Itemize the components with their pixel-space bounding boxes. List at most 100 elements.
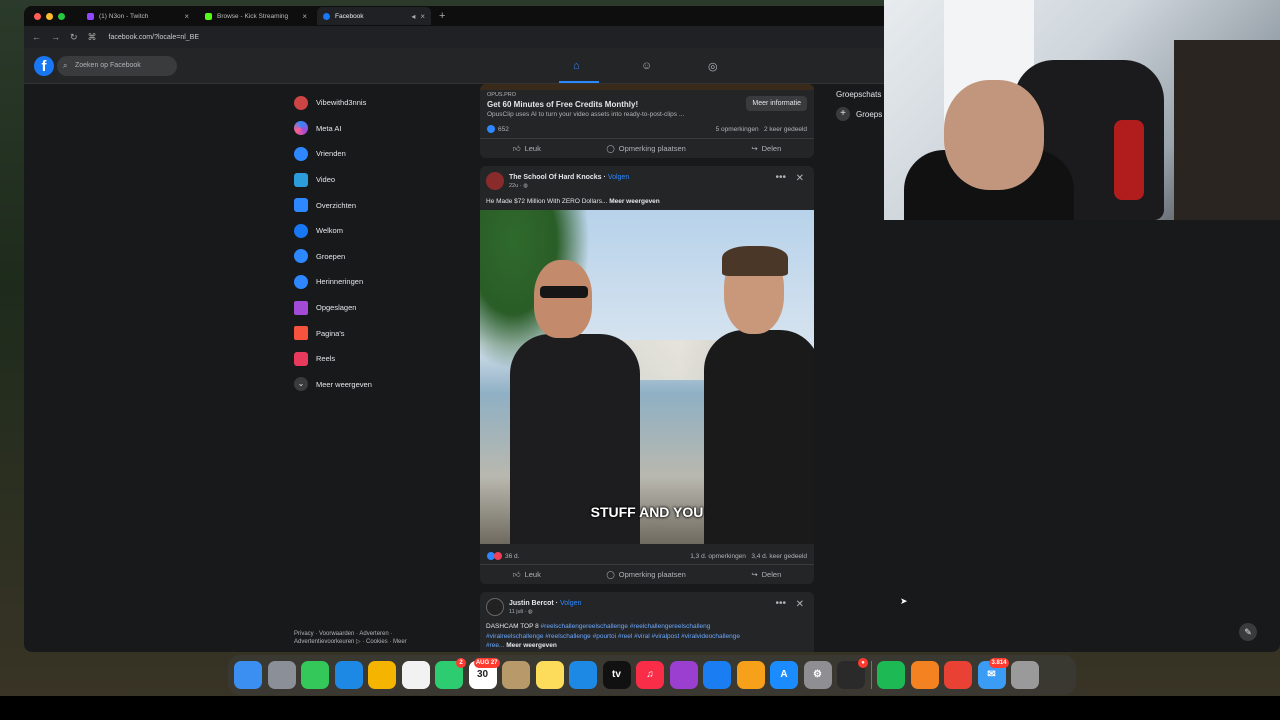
new-message-icon[interactable]: ✎ (1239, 623, 1257, 641)
freeform-icon[interactable] (569, 661, 597, 689)
sidebar-item-feeds[interactable]: Overzichten (294, 192, 464, 218)
learn-more-button[interactable]: Meer informatie (746, 96, 807, 111)
search-input[interactable]: ⌕ Zoeken op Facebook (57, 56, 177, 76)
sidebar-item-label: Vibewithd3nnis (316, 98, 367, 108)
author-name[interactable]: The School Of Hard Knocks (509, 174, 602, 181)
share-count[interactable]: 2 keer gedeeld (764, 126, 807, 133)
tab-facebook[interactable]: Facebook ◂ × (317, 7, 431, 25)
comment-button[interactable]: ◯ Opmerking plaatsen (606, 144, 686, 153)
post-time[interactable]: 22u · ◍ (509, 183, 629, 189)
spotify-icon[interactable] (877, 661, 905, 689)
sidebar-item-reels[interactable]: Reels (294, 346, 464, 372)
avatar[interactable] (486, 172, 504, 190)
groups-nav-icon[interactable]: ◎ (708, 60, 718, 73)
close-icon[interactable]: ✕ (796, 599, 804, 610)
finder-icon[interactable] (234, 661, 262, 689)
sidebar-item-welcome[interactable]: Welkom (294, 218, 464, 244)
vlc-icon[interactable] (910, 661, 939, 689)
home-icon[interactable]: ⌂ (573, 60, 580, 72)
settings-icon[interactable]: ⚙ (803, 661, 832, 689)
appstore-icon[interactable]: A (770, 661, 798, 689)
forward-icon[interactable]: → (51, 32, 60, 42)
mail-icon[interactable]: ✉ 3.814 (977, 658, 1009, 689)
comment-count[interactable]: 5 opmerkingen (716, 126, 759, 133)
ad-title[interactable]: Get 60 Minutes of Free Credits Monthly! (487, 100, 638, 109)
notes-icon[interactable] (535, 661, 564, 689)
messages-icon[interactable] (301, 661, 329, 689)
zoom-window-button[interactable] (58, 12, 65, 20)
photos-icon[interactable] (368, 661, 396, 689)
post-author[interactable]: The School Of Hard Knocks · Volgen (509, 174, 629, 181)
create-group-label: Groeps (856, 109, 883, 119)
sidebar-item-saved[interactable]: Opgeslagen (294, 295, 464, 321)
hashtags[interactable]: #ree... (486, 642, 504, 649)
podcasts-icon[interactable] (669, 661, 698, 689)
share-button[interactable]: ↪ Delen (751, 144, 781, 153)
close-tab-icon[interactable]: × (302, 12, 307, 21)
site-info-icon[interactable]: ⌘ (88, 32, 97, 43)
close-icon[interactable]: ✕ (796, 173, 804, 184)
see-more-link[interactable]: Meer weergeven (506, 642, 557, 649)
comment-button[interactable]: ◯ Opmerking plaatsen (606, 570, 686, 579)
author-name[interactable]: Justin Bercot (509, 600, 554, 607)
sidebar-item-more[interactable]: ⌄ Meer weergeven (294, 372, 464, 398)
appletv-icon[interactable]: tv (602, 661, 631, 689)
music-icon[interactable]: ♫ (636, 661, 664, 689)
close-window-button[interactable] (34, 12, 41, 20)
avatar[interactable] (486, 598, 504, 616)
activity-monitor-icon[interactable]: ● (837, 658, 868, 689)
friends-nav-icon[interactable]: ☺ (641, 60, 652, 72)
share-button[interactable]: ↪ Delen (751, 570, 781, 579)
calendar-icon[interactable]: 30 AUG 27 (468, 658, 500, 689)
pages-icon[interactable] (736, 661, 765, 689)
reload-icon[interactable]: ↻ (70, 32, 78, 43)
sidebar-item-profile[interactable]: Vibewithd3nnis (294, 90, 464, 116)
hashtags[interactable]: #reelschallengereelschallenge #reelchall… (541, 623, 711, 630)
comment-count[interactable]: 1,3 d. opmerkingen (690, 553, 746, 560)
meta-ai-icon (294, 121, 308, 136)
follow-button[interactable]: Volgen (560, 600, 581, 607)
minimize-window-button[interactable] (46, 12, 53, 20)
close-tab-icon[interactable]: × (184, 12, 189, 21)
sidebar-item-groups[interactable]: Groepen (294, 244, 464, 270)
post-body: He Made $72 Million With ZERO Dollars... (486, 198, 608, 205)
facetime-icon[interactable]: 2 (435, 658, 466, 689)
post-time[interactable]: 11 juli · ◍ (509, 609, 581, 615)
speaker-icon[interactable]: ◂ (411, 12, 415, 21)
reminders-icon[interactable] (401, 661, 430, 689)
follow-button[interactable]: Volgen (608, 174, 629, 181)
sidebar-item-friends[interactable]: Vrienden (294, 141, 464, 167)
hashtags[interactable]: #viralreelschallenge #reelschallenge #po… (486, 632, 740, 642)
chrome-icon[interactable] (944, 661, 972, 689)
more-options-icon[interactable]: ••• (775, 172, 786, 183)
more-options-icon[interactable]: ••• (775, 598, 786, 609)
safari-icon[interactable] (334, 661, 363, 689)
facebook-logo-icon[interactable]: f (34, 56, 54, 76)
share-count[interactable]: 3,4 d. keer gedeeld (751, 553, 807, 560)
trash-icon[interactable] (1011, 661, 1039, 689)
footer-line[interactable]: Privacy · Voorwaarden · Adverteren · (294, 630, 444, 638)
new-tab-button[interactable]: + (439, 10, 445, 22)
keynote-icon[interactable] (703, 661, 731, 689)
sidebar-item-meta-ai[interactable]: Meta AI (294, 116, 464, 142)
footer-line[interactable]: Advertentievoorkeuren ▷ · Cookies · Meer (294, 638, 444, 646)
url-field[interactable]: facebook.com/?locale=nl_BE (109, 34, 199, 41)
post-video[interactable]: STUFF AND YOU (480, 210, 814, 544)
back-icon[interactable]: ← (32, 32, 41, 42)
ad-source[interactable]: OPUS.PRO (487, 92, 516, 98)
sidebar-item-video[interactable]: Video (294, 167, 464, 193)
reaction-summary[interactable]: 36 d. (487, 552, 519, 560)
reaction-summary[interactable]: 652 (487, 125, 509, 133)
see-more-link[interactable]: Meer weergeven (609, 198, 660, 205)
tab-kick[interactable]: Browse - Kick Streaming × (199, 7, 313, 25)
folder-icon[interactable] (502, 661, 530, 689)
create-group-chat[interactable]: + Groeps (836, 107, 882, 121)
post-author[interactable]: Justin Bercot · Volgen (509, 600, 581, 607)
sidebar-item-memories[interactable]: Herinneringen (294, 269, 464, 295)
close-tab-icon[interactable]: × (420, 12, 425, 21)
sidebar-item-pages[interactable]: Pagina's (294, 320, 464, 346)
launchpad-icon[interactable] (267, 661, 296, 689)
like-button[interactable]: 👍︎ Leuk (513, 144, 541, 154)
like-button[interactable]: 👍︎ Leuk (513, 570, 541, 580)
tab-twitch[interactable]: (1) N3on - Twitch × (81, 7, 195, 25)
